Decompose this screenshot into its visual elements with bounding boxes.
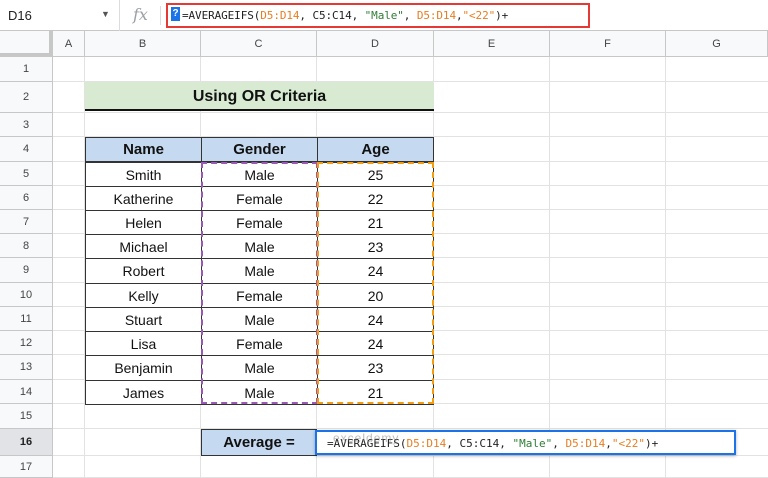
formula-part: , xyxy=(499,437,513,450)
name-box[interactable]: D16 ▼ xyxy=(0,0,120,31)
table-cell[interactable]: Female xyxy=(201,210,318,235)
row-header-10[interactable]: 10 xyxy=(0,283,53,307)
table-cell[interactable]: Male xyxy=(201,355,318,381)
formula-part: , xyxy=(403,9,417,22)
column-header-a[interactable]: A xyxy=(53,31,85,57)
table-cell[interactable]: Stuart xyxy=(85,307,202,332)
formula-part: , xyxy=(605,437,612,450)
formula-text: =AVERAGEIFS(D5:D14, C5:C14, "Male", D5:D… xyxy=(182,9,508,22)
row-header-12[interactable]: 12 xyxy=(0,331,53,355)
row-header-9[interactable]: 9 xyxy=(0,258,53,283)
table-cell[interactable]: Female xyxy=(201,283,318,308)
formula-part: =AVERAGEIFS( xyxy=(182,9,261,22)
chevron-down-icon[interactable]: ▼ xyxy=(101,9,110,19)
row-header-8[interactable]: 8 xyxy=(0,234,53,258)
table-cell[interactable]: 23 xyxy=(317,234,434,259)
header-age[interactable]: Age xyxy=(317,137,434,162)
formula-part: "Male" xyxy=(512,437,553,450)
row-header-2[interactable]: 2 xyxy=(0,82,53,113)
table-cell[interactable]: 22 xyxy=(317,186,434,211)
table-cell[interactable]: Robert xyxy=(85,258,202,284)
table-cell[interactable]: 24 xyxy=(317,307,434,332)
table-cell[interactable]: 21 xyxy=(317,210,434,235)
table-cell[interactable]: Male xyxy=(201,307,318,332)
row-header-1[interactable]: 1 xyxy=(0,57,53,82)
table-cell[interactable]: Lisa xyxy=(85,331,202,356)
gridline xyxy=(53,455,768,456)
formula-part: , xyxy=(299,9,313,22)
formula-part: C5:C14 xyxy=(459,437,500,450)
table-cell[interactable]: Male xyxy=(201,258,318,284)
table-cell[interactable]: 21 xyxy=(317,380,434,405)
row-header-11[interactable]: 11 xyxy=(0,307,53,331)
formula-input[interactable]: ? =AVERAGEIFS(D5:D14, C5:C14, "Male", D5… xyxy=(166,3,590,28)
column-header-f[interactable]: F xyxy=(550,31,666,57)
column-header-d[interactable]: D xyxy=(317,31,434,57)
formula-bar: D16 ▼ fx ? =AVERAGEIFS(D5:D14, C5:C14, "… xyxy=(0,0,768,31)
row-header-15[interactable]: 15 xyxy=(0,404,53,429)
formula-part: , xyxy=(351,9,365,22)
formula-part: D5:D14 xyxy=(416,9,456,22)
table-cell[interactable]: 24 xyxy=(317,331,434,356)
table-cell[interactable]: Katherine xyxy=(85,186,202,211)
table-cell[interactable]: 25 xyxy=(317,162,434,187)
table-cell[interactable]: Helen xyxy=(85,210,202,235)
row-header-13[interactable]: 13 xyxy=(0,355,53,380)
formula-part: "Male" xyxy=(364,9,404,22)
table-cell[interactable]: 23 xyxy=(317,355,434,381)
table-cell[interactable]: Kelly xyxy=(85,283,202,308)
table-cell[interactable]: James xyxy=(85,380,202,405)
table-cell[interactable]: Female xyxy=(201,186,318,211)
table-cell[interactable]: Smith xyxy=(85,162,202,187)
formula-part: C5:C14 xyxy=(312,9,352,22)
table-cell[interactable]: Male xyxy=(201,162,318,187)
formula-part: , xyxy=(446,437,460,450)
divider xyxy=(160,6,161,25)
table-cell[interactable]: Male xyxy=(201,380,318,405)
formula-part: D5:D14 xyxy=(406,437,447,450)
table-cell[interactable]: Female xyxy=(201,331,318,356)
table-cell[interactable]: Michael xyxy=(85,234,202,259)
table-cell[interactable]: Benjamin xyxy=(85,355,202,381)
row-header-3[interactable]: 3 xyxy=(0,113,53,137)
table-cell[interactable]: Male xyxy=(201,234,318,259)
formula-part: )+ xyxy=(644,437,659,450)
formula-part: "<22" xyxy=(462,9,496,22)
column-header-e[interactable]: E xyxy=(434,31,550,57)
row-header-6[interactable]: 6 xyxy=(0,186,53,210)
row-header-17[interactable]: 17 xyxy=(0,456,53,478)
gridline xyxy=(53,112,768,113)
watermark-logo: exceldemy xyxy=(333,431,400,445)
row-header-14[interactable]: 14 xyxy=(0,380,53,404)
spreadsheet-app: D16 ▼ fx ? =AVERAGEIFS(D5:D14, C5:C14, "… xyxy=(0,0,768,478)
name-box-ref: D16 xyxy=(8,8,32,23)
header-gender[interactable]: Gender xyxy=(201,137,318,162)
row-header-5[interactable]: 5 xyxy=(0,162,53,186)
gridline xyxy=(53,428,768,429)
header-name[interactable]: Name xyxy=(85,137,202,162)
table-cell[interactable]: 20 xyxy=(317,283,434,308)
cursor-icon: ? xyxy=(171,7,180,21)
average-label[interactable]: Average = xyxy=(201,429,317,456)
title-cell[interactable]: Using OR Criteria xyxy=(85,82,434,111)
row-header-7[interactable]: 7 xyxy=(0,210,53,234)
formula-part: D5:D14 xyxy=(260,9,300,22)
row-header-16[interactable]: 16 xyxy=(0,429,53,456)
select-all-corner[interactable] xyxy=(0,31,53,57)
column-header-g[interactable]: G xyxy=(666,31,768,57)
column-header-c[interactable]: C xyxy=(201,31,317,57)
column-header-b[interactable]: B xyxy=(85,31,201,57)
formula-part: D5:D14 xyxy=(565,437,606,450)
table-cell[interactable]: 24 xyxy=(317,258,434,284)
fx-icon: fx xyxy=(133,5,148,24)
formula-part: )+ xyxy=(495,9,509,22)
row-header-4[interactable]: 4 xyxy=(0,137,53,162)
formula-part: , xyxy=(552,437,566,450)
formula-part: "<22" xyxy=(611,437,645,450)
